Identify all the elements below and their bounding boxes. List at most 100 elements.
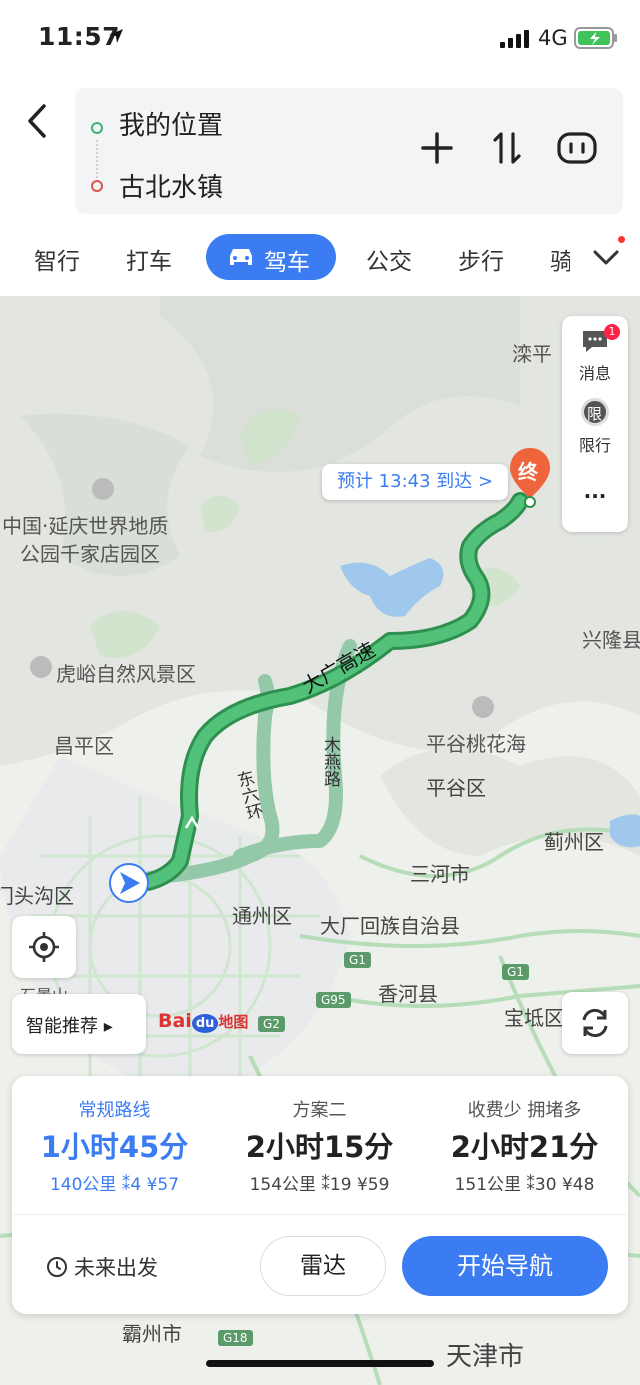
route-meta: 151公里 ⁑30 ¥48 (422, 1170, 627, 1195)
route-time: 2小时15分 (245, 1130, 394, 1164)
start-dot-icon (91, 122, 103, 134)
voice-assistant-icon[interactable] (555, 126, 599, 170)
place-tongzhou: 通州区 (232, 904, 292, 928)
refresh-icon (582, 1008, 608, 1038)
more-icon[interactable]: ··· (562, 484, 628, 508)
dotted-connector (96, 140, 98, 178)
locate-button[interactable] (12, 916, 76, 978)
message-badge: 1 (604, 324, 620, 340)
place-yanqing-park-line1: 中国·延庆世界地质 (2, 514, 169, 538)
route-input-box: 我的位置 古北水镇 (75, 88, 623, 214)
car-icon (230, 249, 252, 265)
place-mentougou: 门头沟区 (0, 884, 74, 908)
highway-shield: G1 (344, 952, 371, 968)
route-lights: 30 (534, 1175, 557, 1195)
route-time: 1小时45分 (40, 1130, 189, 1164)
place-sanhe: 三河市 (410, 862, 470, 886)
tab-taxi[interactable]: 打车 (126, 242, 172, 276)
place-pinggu-peach: 平谷桃花海 (426, 732, 526, 756)
tab-smart[interactable]: 智行 (34, 242, 80, 276)
place-dachang: 大厂回族自治县 (320, 914, 460, 938)
tab-transit[interactable]: 公交 (366, 242, 412, 276)
route-meta: 154公里 ⁑19 ¥59 (217, 1170, 422, 1195)
route-distance: 140公里 (49, 1175, 117, 1195)
crosshair-icon (29, 932, 59, 962)
traffic-light-icon: ⁑ (321, 1175, 330, 1195)
tab-walk[interactable]: 步行 (458, 242, 504, 276)
logo-text-left: Bai (158, 1010, 192, 1032)
tab-drive[interactable]: 驾车 (206, 234, 336, 280)
signal-icon (500, 30, 529, 48)
tab-drive-label: 驾车 (264, 250, 310, 276)
route-header: 我的位置 古北水镇 (0, 78, 640, 226)
route-time: 2小时21分 (450, 1130, 599, 1164)
logo-text-right: 地图 (218, 1013, 249, 1031)
baidu-map-logo: Bai du 地图 (158, 1010, 249, 1033)
route-meta: 140公里 ⁑4 ¥57 (12, 1170, 217, 1195)
map-side-panel: 1 消息 限 限行 ··· (562, 316, 628, 532)
route-title: 方案二 (292, 1100, 347, 1121)
route-distance: 154公里 (249, 1175, 317, 1195)
start-navigation-button[interactable]: 开始导航 (402, 1236, 608, 1296)
future-departure-button[interactable]: 未来出发 (74, 1252, 158, 1282)
route-toll: ¥59 (356, 1175, 390, 1195)
place-baodi: 宝坻区 (504, 1006, 564, 1030)
place-tianjin: 天津市 (446, 1342, 525, 1372)
eta-bubble[interactable]: 预计 13:43 到达 > (322, 464, 508, 500)
place-hushan: 虎峪自然风景区 (56, 662, 196, 686)
tab-ride[interactable]: 骑 (550, 242, 570, 276)
place-yanqing-park-line2: 公园千家店园区 (20, 542, 160, 566)
swap-icon[interactable] (485, 126, 529, 170)
place-luanping: 滦平 (512, 342, 552, 366)
smart-recommend-button[interactable]: 智能推荐 ▸ (12, 994, 146, 1054)
end-marker-label: 终 (518, 460, 538, 484)
restriction-icon-text: 限 (587, 405, 603, 423)
restriction-icon[interactable]: 限 (581, 398, 609, 426)
location-arrow-icon (109, 29, 123, 43)
highway-shield: G95 (316, 992, 351, 1008)
status-bar: 11:57 4G (0, 0, 640, 78)
highway-shield: G2 (258, 1016, 285, 1032)
route-option-3[interactable]: 收费少 拥堵多 2小时21分 151公里 ⁑30 ¥48 (422, 1076, 627, 1214)
traffic-light-icon: ⁑ (526, 1175, 535, 1195)
route-distance: 151公里 (454, 1175, 522, 1195)
place-xinglong: 兴隆县 (582, 628, 640, 652)
place-changping: 昌平区 (54, 734, 114, 758)
route-toll: ¥48 (561, 1175, 595, 1195)
messages-label[interactable]: 消息 (562, 360, 628, 384)
chevron-down-icon[interactable] (590, 242, 622, 272)
network-label: 4G (538, 26, 568, 50)
highway-shield: G1 (502, 964, 529, 980)
notification-dot (618, 236, 625, 243)
clock-icon (47, 1257, 67, 1277)
back-icon[interactable] (22, 102, 52, 140)
smart-recommend-label: 智能推荐 ▸ (26, 1016, 113, 1037)
place-bazhou: 霸州市 (122, 1322, 182, 1346)
poi-scenic-icon (30, 656, 52, 678)
restriction-label[interactable]: 限行 (562, 432, 628, 456)
place-pinggu: 平谷区 (426, 776, 486, 800)
logo-paw: du (191, 1014, 219, 1033)
route-option-1[interactable]: 常规路线 1小时45分 140公里 ⁑4 ¥57 (12, 1076, 217, 1214)
home-indicator[interactable] (206, 1360, 434, 1367)
destination-field[interactable]: 古北水镇 (119, 167, 223, 204)
route-lights: 4 (130, 1175, 142, 1195)
poi-peach-icon (472, 696, 494, 718)
add-waypoint-icon[interactable] (415, 126, 459, 170)
radar-button[interactable]: 雷达 (260, 1236, 386, 1296)
end-dot-icon (91, 180, 103, 192)
route-lights: 19 (329, 1175, 352, 1195)
route-option-2[interactable]: 方案二 2小时15分 154公里 ⁑19 ¥59 (217, 1076, 422, 1214)
route-title: 常规路线 (78, 1100, 151, 1121)
my-location-marker-icon (109, 863, 149, 903)
origin-field[interactable]: 我的位置 (119, 105, 223, 142)
battery-icon (574, 27, 617, 49)
place-xianghe: 香河县 (378, 982, 438, 1006)
travel-mode-tabs: 智行 打车 驾车 公交 步行 骑 (0, 226, 640, 296)
highway-shield: G18 (218, 1330, 253, 1346)
card-divider (12, 1214, 628, 1215)
poi-park-icon (92, 478, 114, 500)
refresh-route-button[interactable] (562, 992, 628, 1054)
place-jizhou: 蓟州区 (544, 830, 604, 854)
route-options-card: 常规路线 1小时45分 140公里 ⁑4 ¥57 方案二 2小时15分 154公… (12, 1076, 628, 1314)
